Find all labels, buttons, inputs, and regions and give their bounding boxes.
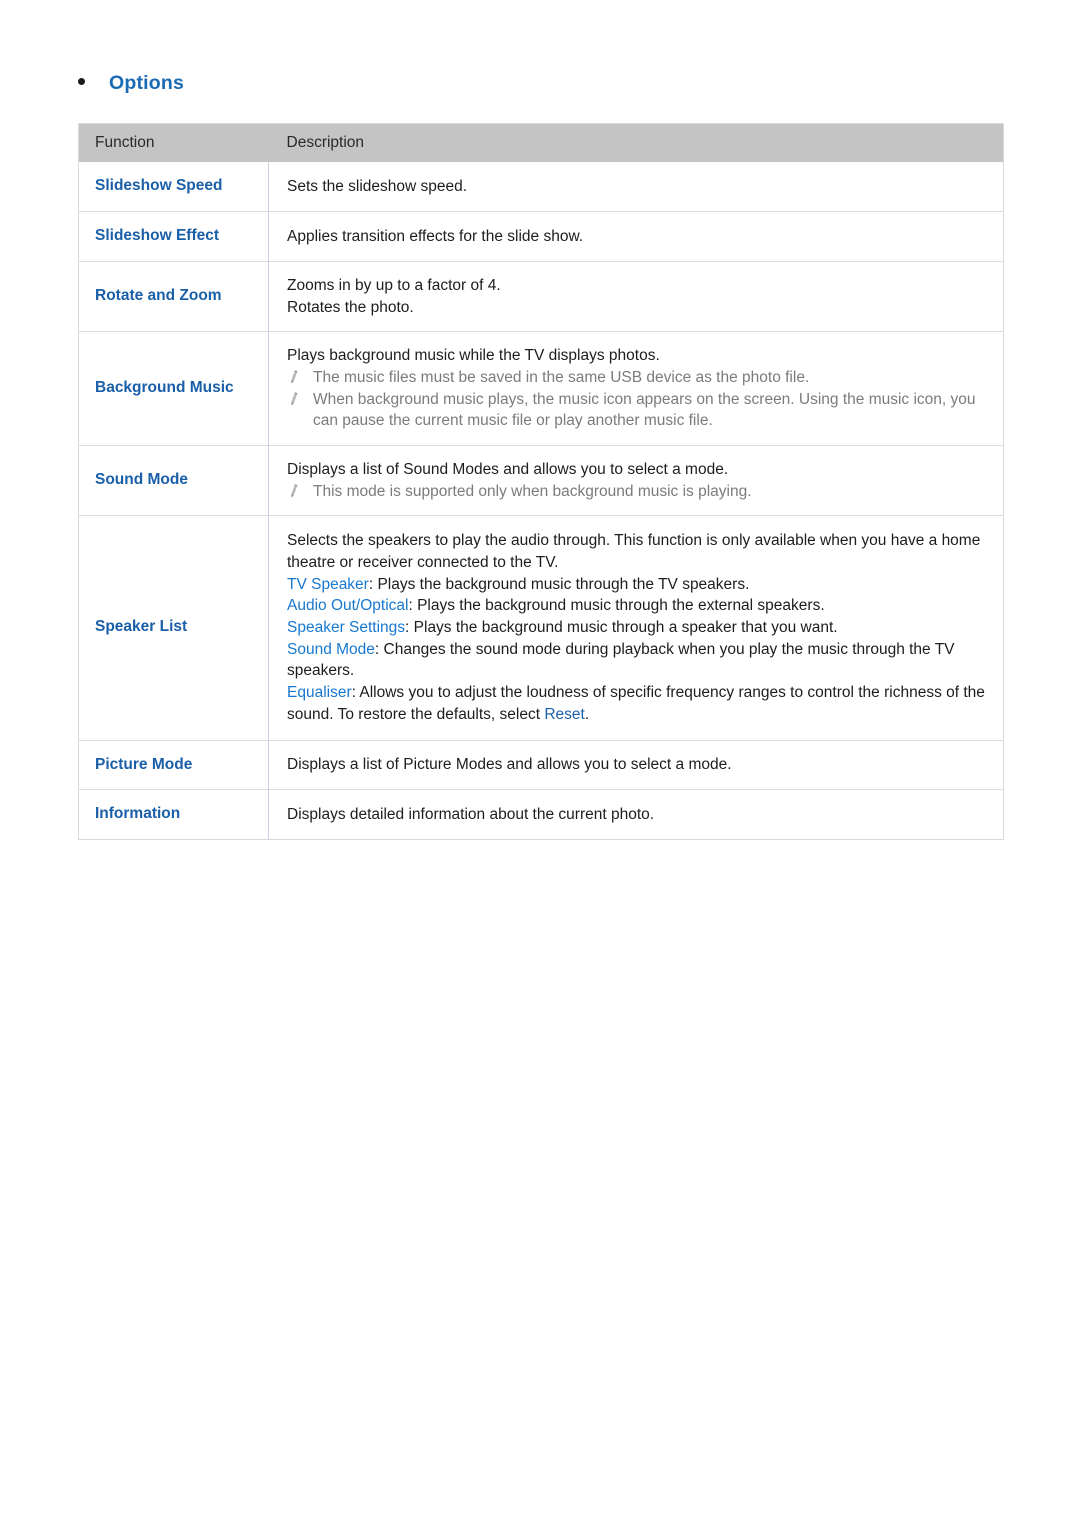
term-link[interactable]: Equaliser: [287, 684, 352, 701]
description-cell: Applies transition effects for the slide…: [268, 210, 1004, 262]
note-text: The music files must be saved in the sam…: [313, 368, 810, 386]
description-cell: Displays a list of Sound Modes and allow…: [268, 444, 1004, 516]
term-link[interactable]: Audio Out/Optical: [287, 597, 408, 614]
term-description: : Plays the background music through a s…: [405, 619, 838, 637]
note-text: This mode is supported only when backgro…: [313, 482, 752, 500]
function-cell[interactable]: Rotate and Zoom: [78, 260, 269, 332]
description-line: Rotates the photo.: [287, 298, 414, 316]
table-body: Slideshow Speed Sets the slideshow speed.…: [78, 162, 1004, 840]
term-line: TV Speaker: Plays the background music t…: [287, 574, 989, 596]
table-header-row: Function Description: [78, 123, 1004, 162]
term-description: : Changes the sound mode during playback…: [287, 640, 955, 680]
function-cell[interactable]: Speaker List: [78, 515, 269, 741]
note-line: When background music plays, the music i…: [287, 389, 989, 432]
function-cell[interactable]: Sound Mode: [78, 444, 269, 516]
term-description: : Allows you to adjust the loudness of s…: [287, 684, 985, 723]
description-cell: Displays detailed information about the …: [268, 789, 1004, 840]
page-title: Options: [109, 72, 185, 94]
reset-link[interactable]: Reset: [544, 706, 585, 723]
term-line: Audio Out/Optical: Plays the background …: [287, 595, 989, 617]
table-row: Sound Mode Displays a list of Sound Modes…: [78, 444, 1004, 516]
pencil-icon: [287, 369, 303, 385]
description-line: Zooms in by up to a factor of 4.: [287, 276, 501, 294]
function-cell[interactable]: Picture Mode: [78, 739, 269, 790]
table-row: Slideshow Effect Applies transition effec…: [78, 210, 1004, 262]
function-cell[interactable]: Background Music: [78, 331, 269, 446]
term-description: : Plays the background music through the…: [368, 575, 750, 593]
sentence-end: .: [584, 705, 590, 723]
term-line: Speaker Settings: Plays the background m…: [287, 617, 989, 639]
note-line: This mode is supported only when backgro…: [287, 481, 989, 503]
function-cell[interactable]: Information: [78, 789, 269, 840]
description-line: Displays detailed information about the …: [287, 806, 655, 824]
options-table: Function Description Slideshow Speed Sets…: [78, 123, 1004, 841]
description-line: Plays background music while the TV disp…: [287, 347, 660, 365]
description-line: Sets the slideshow speed.: [287, 177, 468, 195]
function-cell[interactable]: Slideshow Speed: [78, 162, 269, 212]
term-line: Sound Mode: Changes the sound mode durin…: [287, 639, 989, 682]
pencil-icon: [287, 391, 303, 407]
description-cell: Displays a list of Picture Modes and all…: [268, 739, 1004, 790]
description-line: Applies transition effects for the slide…: [287, 227, 584, 245]
description-cell: Zooms in by up to a factor of 4. Rotates …: [268, 260, 1004, 332]
column-header-function: Function: [78, 123, 269, 162]
function-cell[interactable]: Slideshow Effect: [78, 210, 269, 262]
description-cell: Sets the slideshow speed.: [268, 162, 1004, 212]
description-line: Selects the speakers to play the audio t…: [287, 532, 981, 572]
table-row: Speaker List Selects the speakers to play…: [78, 515, 1004, 741]
table-row: Rotate and Zoom Zooms in by up to a facto…: [78, 260, 1004, 332]
description-cell: Selects the speakers to play the audio t…: [268, 515, 1004, 741]
term-link[interactable]: Sound Mode: [287, 641, 375, 658]
table-row: Information Displays detailed information…: [78, 789, 1004, 840]
bullet-icon: [78, 78, 85, 85]
section-heading: Options: [78, 72, 1003, 95]
note-line: The music files must be saved in the sam…: [287, 367, 989, 389]
description-line: Displays a list of Sound Modes and allow…: [287, 460, 729, 478]
description-line: Displays a list of Picture Modes and all…: [287, 756, 732, 774]
table-row: Picture Mode Displays a list of Picture M…: [78, 739, 1004, 790]
term-link[interactable]: Speaker Settings: [287, 619, 405, 636]
table-row: Background Music Plays background music w…: [78, 331, 1004, 446]
term-link[interactable]: TV Speaker: [287, 576, 369, 593]
document-page: Options Function Description Slideshow S…: [0, 0, 1080, 1527]
term-description: : Plays the background music through the…: [408, 597, 825, 615]
table-row: Slideshow Speed Sets the slideshow speed.: [78, 162, 1004, 212]
note-text: When background music plays, the music i…: [313, 390, 976, 430]
description-cell: Plays background music while the TV disp…: [268, 331, 1004, 446]
term-line: Equaliser: Allows you to adjust the loud…: [287, 682, 989, 725]
pencil-icon: [287, 483, 303, 499]
column-header-description: Description: [268, 123, 1004, 162]
table-header: Function Description: [78, 123, 1004, 162]
